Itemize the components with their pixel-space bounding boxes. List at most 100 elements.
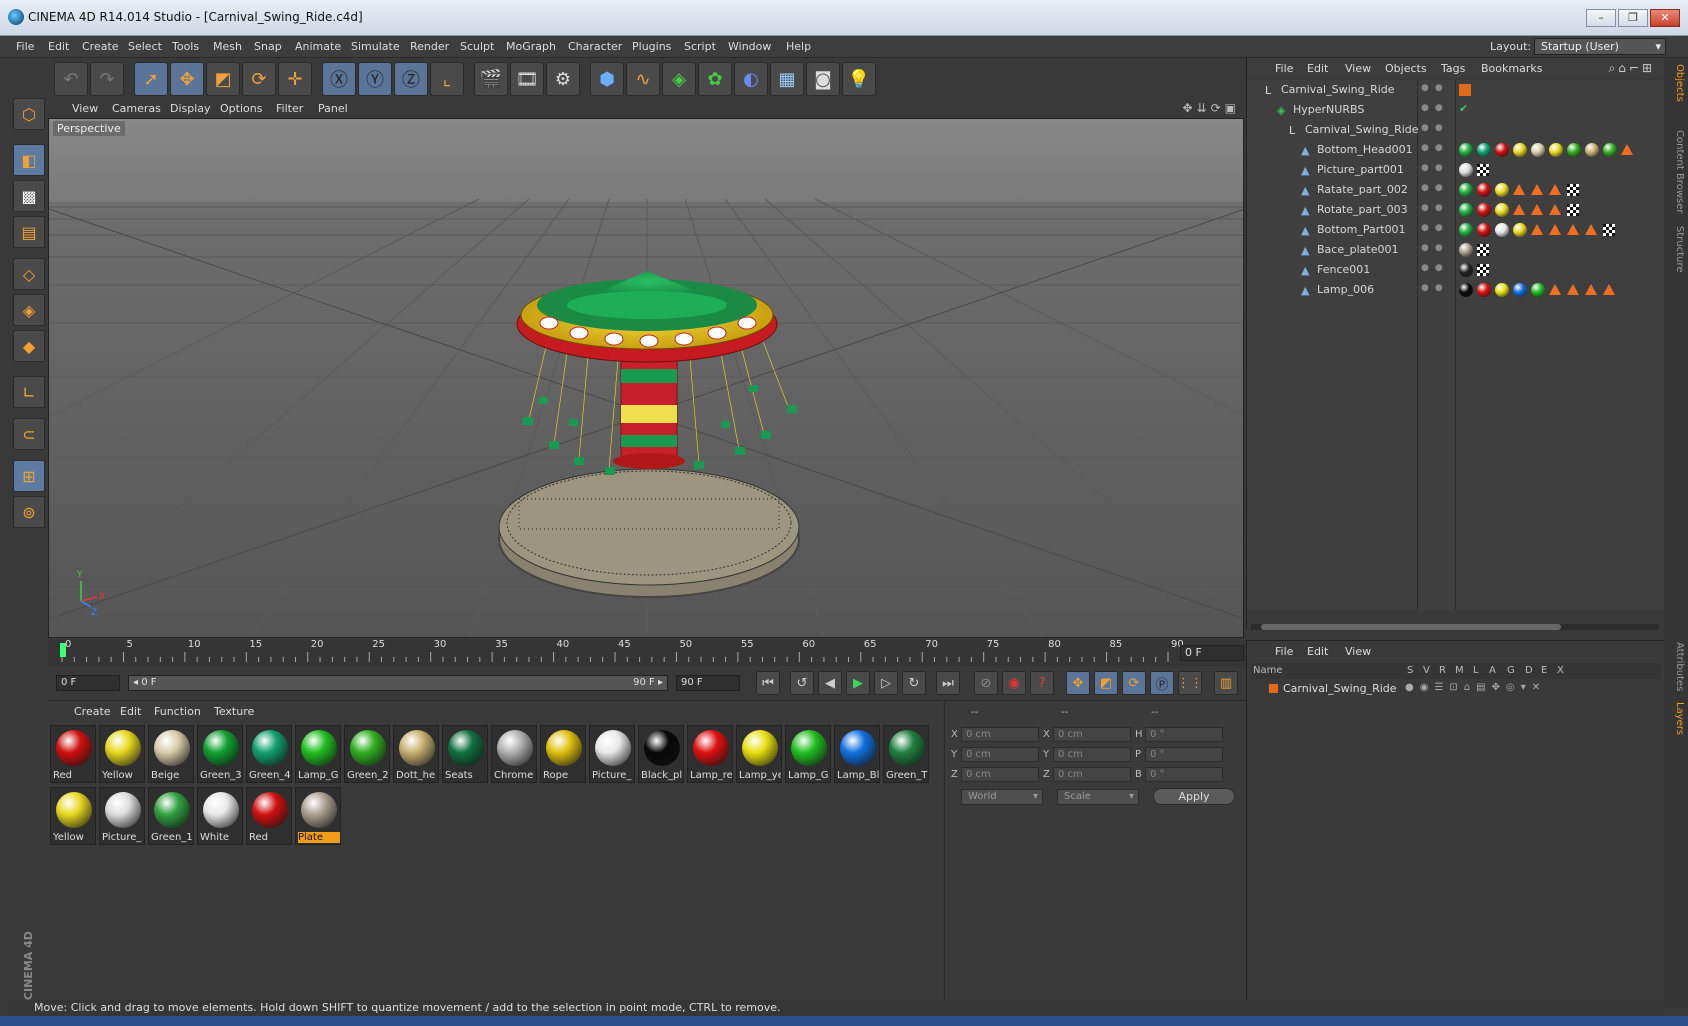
object-row[interactable]: ▲ Fence001 ●●: [1247, 260, 1665, 280]
size-x-field[interactable]: 0 cm: [1053, 727, 1131, 742]
material-swatch[interactable]: Beige: [148, 725, 194, 783]
tab-layers[interactable]: Layers: [1667, 702, 1685, 735]
material-menu-create[interactable]: Create: [74, 705, 111, 718]
material-swatch[interactable]: Dott_he: [393, 725, 439, 783]
points-mode-icon[interactable]: ◇: [13, 258, 45, 290]
material-menu-function[interactable]: Function: [154, 705, 201, 718]
close-button[interactable]: ✕: [1650, 9, 1680, 27]
material-swatch[interactable]: Green_T: [883, 725, 929, 783]
menu-render[interactable]: Render: [410, 40, 449, 53]
phong-tag-icon[interactable]: [1513, 184, 1525, 195]
objects-menu-view[interactable]: View: [1345, 62, 1371, 75]
tab-attributes[interactable]: Attributes: [1667, 642, 1685, 691]
material-tag-icon[interactable]: [1459, 243, 1473, 257]
visibility-dots-icon[interactable]: ●●: [1421, 83, 1449, 93]
next-frame-icon[interactable]: ▷: [874, 671, 898, 695]
previous-key-icon[interactable]: ↺: [790, 671, 814, 695]
objects-menu-bookmarks[interactable]: Bookmarks: [1481, 62, 1542, 75]
phong-tag-icon[interactable]: [1549, 224, 1561, 235]
restore-button[interactable]: ❐: [1618, 9, 1648, 27]
end-frame-field[interactable]: 90 F: [676, 675, 740, 691]
material-tag-icon[interactable]: [1549, 143, 1563, 157]
coordinate-space-dropdown[interactable]: World ▾: [961, 789, 1043, 805]
rotate-tool-icon[interactable]: ⟳: [242, 62, 276, 96]
material-swatch[interactable]: Yellow: [99, 725, 145, 783]
z-axis-lock-icon[interactable]: Ⓩ: [394, 62, 428, 96]
position-x-field[interactable]: 0 cm: [961, 727, 1039, 742]
goto-end-icon[interactable]: ⏭: [936, 671, 960, 695]
visibility-dots-icon[interactable]: ●●: [1421, 183, 1449, 193]
perspective-viewport[interactable]: Y X Z Perspective: [48, 118, 1244, 638]
goto-start-icon[interactable]: ⏮: [756, 671, 780, 695]
material-swatch[interactable]: Lamp_Bl: [834, 725, 880, 783]
material-tag-icon[interactable]: [1585, 143, 1599, 157]
tab-objects[interactable]: Objects: [1667, 64, 1685, 102]
object-row[interactable]: ▲ Bace_plate001 ●●: [1247, 240, 1665, 260]
material-tag-icon[interactable]: [1459, 143, 1473, 157]
layers-menu-edit[interactable]: Edit: [1307, 645, 1328, 658]
light-icon[interactable]: 💡: [842, 62, 876, 96]
material-swatch[interactable]: Black_pl: [638, 725, 684, 783]
visibility-dots-icon[interactable]: ●●: [1421, 163, 1449, 173]
material-swatch[interactable]: Plate: [295, 787, 341, 845]
uvw-tag-icon[interactable]: [1603, 224, 1615, 236]
spline-pen-icon[interactable]: ∿: [626, 62, 660, 96]
start-frame-field[interactable]: 0 F: [56, 675, 120, 691]
object-manager-tool-icons[interactable]: ⌕⌂⌐⊞: [1609, 61, 1655, 76]
next-key-icon[interactable]: ↻: [902, 671, 926, 695]
rotation-key-icon[interactable]: ⟳: [1122, 671, 1146, 695]
object-row[interactable]: L Carnival_Swing_Ride ●●: [1247, 120, 1665, 140]
tweak-mode-icon[interactable]: ⊂: [13, 418, 45, 450]
array-icon[interactable]: ✿: [698, 62, 732, 96]
phong-tag-icon[interactable]: [1567, 284, 1579, 295]
material-menu-texture[interactable]: Texture: [214, 705, 254, 718]
phong-tag-icon[interactable]: [1531, 224, 1543, 235]
menu-simulate[interactable]: Simulate: [351, 40, 400, 53]
phong-tag-icon[interactable]: [1549, 204, 1561, 215]
uvw-tag-icon[interactable]: [1477, 164, 1489, 176]
uvw-tag-icon[interactable]: [1567, 204, 1579, 216]
material-tag-icon[interactable]: [1495, 283, 1509, 297]
material-menu-edit[interactable]: Edit: [120, 705, 141, 718]
material-tag-icon[interactable]: [1531, 143, 1545, 157]
visibility-dots-icon[interactable]: ●●: [1421, 203, 1449, 213]
position-z-field[interactable]: 0 cm: [961, 767, 1039, 782]
menu-mesh[interactable]: Mesh: [213, 40, 242, 53]
material-tag-icon[interactable]: [1477, 183, 1491, 197]
tab-structure[interactable]: Structure: [1667, 226, 1685, 273]
visibility-dots-icon[interactable]: ●●: [1421, 103, 1449, 113]
play-icon[interactable]: ▶: [846, 671, 870, 695]
layer-row[interactable]: Carnival_Swing_Ride ●◉☰⊡⌂▤✥◎▾✕: [1251, 681, 1661, 697]
phong-tag-icon[interactable]: [1513, 204, 1525, 215]
material-tag-icon[interactable]: [1477, 143, 1491, 157]
material-tag-icon[interactable]: [1459, 223, 1473, 237]
point-level-animation-icon[interactable]: ⋮⋮: [1177, 671, 1203, 695]
material-swatch[interactable]: Lamp_re: [687, 725, 733, 783]
record-keys-icon[interactable]: ⊘: [974, 671, 998, 695]
material-swatch[interactable]: Green_4: [246, 725, 292, 783]
visibility-dots-icon[interactable]: ●●: [1421, 223, 1449, 233]
object-tree-scrollbar[interactable]: [1251, 624, 1659, 630]
material-swatch[interactable]: Green_3: [197, 725, 243, 783]
texture-mode-icon[interactable]: ▩: [13, 180, 45, 212]
model-mode-icon[interactable]: ◧: [13, 144, 45, 176]
phong-tag-icon[interactable]: [1603, 284, 1615, 295]
previous-frame-icon[interactable]: ◀: [818, 671, 842, 695]
object-row[interactable]: L Carnival_Swing_Ride ●●: [1247, 80, 1665, 100]
layout-dropdown[interactable]: Startup (User) ▾: [1534, 38, 1666, 55]
material-tag-icon[interactable]: [1477, 223, 1491, 237]
uvw-tag-icon[interactable]: [1477, 264, 1489, 276]
visibility-dots-icon[interactable]: ●●: [1421, 283, 1449, 293]
y-axis-lock-icon[interactable]: Ⓨ: [358, 62, 392, 96]
menu-file[interactable]: File: [16, 40, 34, 53]
material-swatch[interactable]: Picture_: [99, 787, 145, 845]
material-swatch[interactable]: Green_1: [148, 787, 194, 845]
material-swatch[interactable]: Red: [50, 725, 96, 783]
material-tag-icon[interactable]: [1459, 163, 1473, 177]
viewport-menu-filter[interactable]: Filter: [276, 102, 303, 115]
layers-menu-file[interactable]: File: [1275, 645, 1293, 658]
material-tag-icon[interactable]: [1567, 143, 1581, 157]
material-tag-icon[interactable]: [1495, 143, 1509, 157]
phong-tag-icon[interactable]: [1585, 284, 1597, 295]
phong-tag-icon[interactable]: [1621, 144, 1633, 155]
